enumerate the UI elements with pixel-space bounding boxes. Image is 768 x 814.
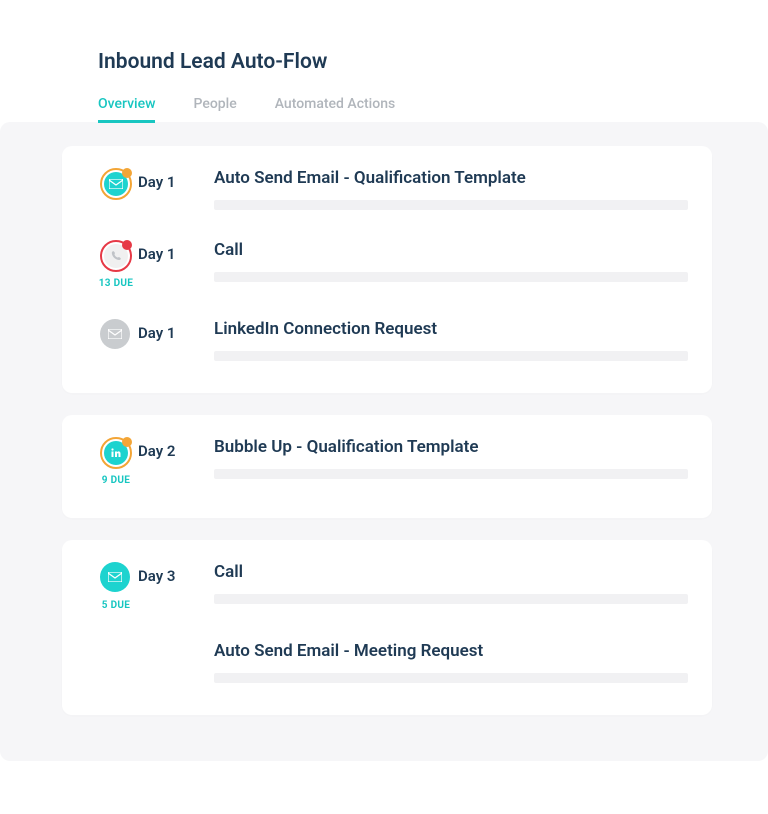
day-label: Day 3	[138, 567, 175, 585]
day-label: Day 1	[138, 324, 175, 342]
badge-icon	[122, 168, 132, 178]
email-icon	[100, 319, 130, 349]
tab-people[interactable]: People	[193, 96, 236, 123]
badge-icon	[122, 240, 132, 250]
due-count: 9 DUE	[102, 475, 130, 486]
flow-step[interactable]: Day 1 LinkedIn Connection Request	[94, 319, 688, 361]
tabs: Overview People Automated Actions	[98, 96, 768, 123]
step-title: LinkedIn Connection Request	[214, 319, 688, 339]
due-count: 5 DUE	[102, 600, 130, 611]
placeholder-bar	[214, 272, 688, 282]
placeholder-bar	[214, 673, 688, 683]
flow-step[interactable]: 5 DUE Day 3 Call	[94, 562, 688, 611]
content-area: Day 1 Auto Send Email - Qualification Te…	[0, 122, 768, 761]
flow-step[interactable]: Day 1 Auto Send Email - Qualification Te…	[94, 168, 688, 210]
day-card: 5 DUE Day 3 Call Auto Send Email - Meeti…	[62, 540, 712, 715]
placeholder-bar	[214, 594, 688, 604]
flow-step[interactable]: Auto Send Email - Meeting Request	[94, 641, 688, 683]
day-label: Day 1	[138, 245, 175, 263]
placeholder-bar	[214, 469, 688, 479]
due-count: 13 DUE	[99, 278, 133, 289]
step-title: Bubble Up - Qualification Template	[214, 437, 688, 457]
step-title: Auto Send Email - Qualification Template	[214, 168, 688, 188]
flow-step[interactable]: 9 DUE Day 2 Bubble Up - Qualification Te…	[94, 437, 688, 486]
tab-automated-actions[interactable]: Automated Actions	[275, 96, 395, 123]
day-label: Day 2	[138, 442, 175, 460]
step-title: Call	[214, 562, 688, 582]
day-card: Day 1 Auto Send Email - Qualification Te…	[62, 146, 712, 393]
tab-overview[interactable]: Overview	[98, 96, 155, 123]
placeholder-bar	[214, 351, 688, 361]
step-title: Auto Send Email - Meeting Request	[214, 641, 688, 661]
page-title: Inbound Lead Auto-Flow	[98, 50, 768, 74]
day-label: Day 1	[138, 173, 175, 191]
placeholder-bar	[214, 200, 688, 210]
email-icon	[100, 562, 130, 592]
badge-icon	[122, 437, 132, 447]
flow-step[interactable]: 13 DUE Day 1 Call	[94, 240, 688, 289]
step-title: Call	[214, 240, 688, 260]
day-card: 9 DUE Day 2 Bubble Up - Qualification Te…	[62, 415, 712, 518]
